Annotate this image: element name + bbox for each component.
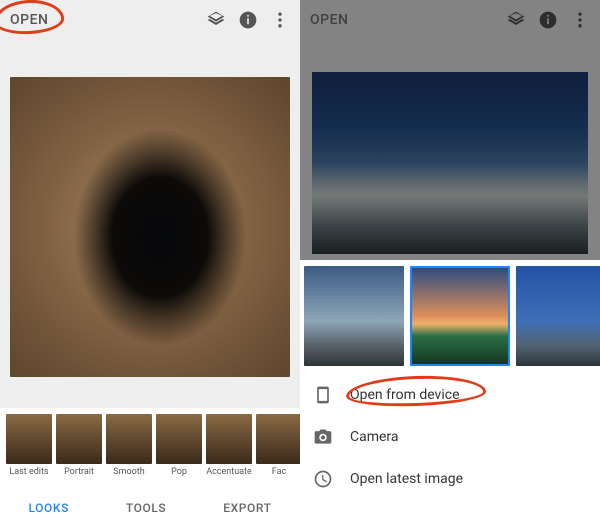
- open-sheet: Open from device Camera Open latest imag…: [300, 260, 600, 527]
- tab-export[interactable]: EXPORT: [223, 501, 271, 515]
- open-button[interactable]: OPEN: [10, 12, 48, 28]
- filter-label: Last edits: [9, 467, 48, 477]
- menu-label: Open latest image: [350, 471, 463, 487]
- filter-thumb: [6, 414, 52, 464]
- filter-thumb: [156, 414, 202, 464]
- bottom-tabs: LOOKS TOOLS EXPORT: [0, 488, 300, 527]
- filter-item-pop[interactable]: Pop: [156, 414, 202, 486]
- tab-looks[interactable]: LOOKS: [28, 501, 69, 515]
- camera-icon: [312, 426, 334, 448]
- filter-item-last-edits[interactable]: Last edits: [6, 414, 52, 486]
- filter-item-accentuate[interactable]: Accentuate: [206, 414, 252, 486]
- filter-item-smooth[interactable]: Smooth: [106, 414, 152, 486]
- editor-panel-right: OPEN: [300, 0, 600, 527]
- main-image[interactable]: [10, 77, 290, 377]
- filter-thumb: [206, 414, 252, 464]
- tab-tools[interactable]: TOOLS: [126, 501, 166, 515]
- layers-icon[interactable]: [206, 10, 226, 30]
- topbar: OPEN: [0, 0, 300, 40]
- topbar-actions: [206, 10, 290, 30]
- filter-thumb: [106, 414, 152, 464]
- filter-label: Smooth: [113, 467, 144, 477]
- menu-label: Camera: [350, 429, 399, 445]
- filter-item-faded[interactable]: Fac: [256, 414, 300, 486]
- recent-thumb-selected[interactable]: [410, 266, 510, 366]
- filter-label: Fac: [272, 467, 286, 477]
- filter-label: Accentuate: [206, 467, 252, 477]
- info-icon[interactable]: [238, 10, 258, 30]
- filter-thumb: [56, 414, 102, 464]
- phone-icon: [312, 384, 334, 406]
- menu-camera[interactable]: Camera: [306, 420, 594, 454]
- dim-overlay[interactable]: [300, 0, 600, 260]
- canvas-area: [0, 40, 300, 408]
- clock-icon: [312, 468, 334, 490]
- recent-thumbnails: [300, 260, 600, 370]
- menu-open-latest[interactable]: Open latest image: [306, 462, 594, 496]
- recent-thumb[interactable]: [304, 266, 404, 366]
- recent-thumb[interactable]: [516, 266, 600, 366]
- filter-item-portrait[interactable]: Portrait: [56, 414, 102, 486]
- menu-label: Open from device: [350, 387, 460, 403]
- open-menu: Open from device Camera Open latest imag…: [300, 370, 600, 500]
- filter-label: Portrait: [64, 467, 94, 477]
- filter-thumb: [256, 414, 300, 464]
- menu-open-from-device[interactable]: Open from device: [306, 378, 594, 412]
- filter-strip: Last edits Portrait Smooth Pop Accentuat…: [0, 408, 300, 488]
- editor-panel-left: OPEN Last edits: [0, 0, 300, 527]
- filter-label: Pop: [171, 467, 187, 477]
- more-vert-icon[interactable]: [270, 10, 290, 30]
